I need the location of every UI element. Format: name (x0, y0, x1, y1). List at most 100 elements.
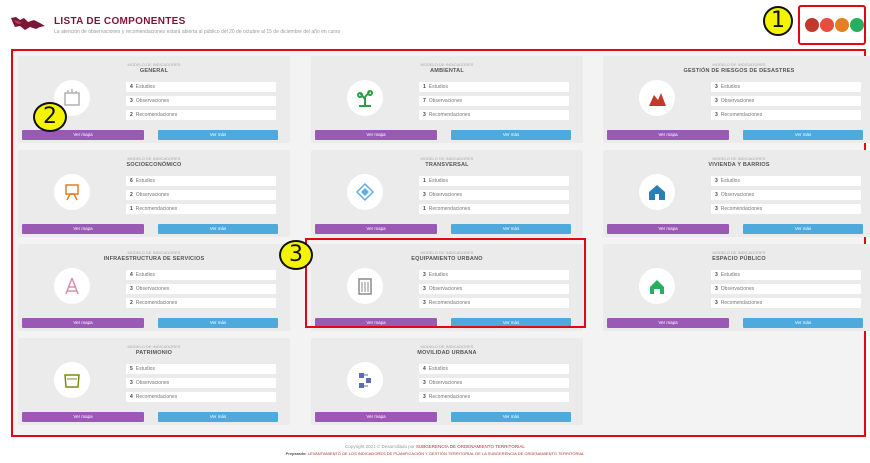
stat-label: Observaciones (428, 380, 463, 386)
component-card: MODELO DE INDICADORES PATRIMONIO 5 Estudios… (18, 338, 290, 425)
card-stat[interactable]: 3 Observaciones (419, 378, 569, 388)
footer-copyright-org[interactable]: SUBGERENCIA DE ORDENAMIENTO TERRITORIAL (416, 444, 525, 449)
card-stat[interactable]: 3 Observaciones (711, 190, 861, 200)
infraestructura-icon (54, 268, 90, 304)
stat-label: Recomendaciones (428, 206, 471, 212)
card-stat[interactable]: 1 Recomendaciones (126, 204, 276, 214)
user-avatar-3[interactable] (835, 18, 849, 32)
stat-count: 3 (423, 112, 426, 118)
card-title: MOVILIDAD URBANA (417, 350, 477, 356)
card-stat[interactable]: 3 Estudios (711, 270, 861, 280)
card-stat[interactable]: 4 Recomendaciones (126, 392, 276, 402)
ver-mas-button[interactable]: Ver más (451, 224, 571, 234)
ver-mapa-button[interactable]: Ver mapa (22, 318, 144, 328)
card-title: GESTIÓN DE RIESGOS DE DESASTRES (683, 68, 795, 74)
ver-mas-button[interactable]: Ver más (451, 130, 571, 140)
movilidad-icon (347, 362, 383, 398)
ver-mapa-button[interactable]: Ver mapa (607, 318, 729, 328)
ver-mapa-button[interactable]: Ver mapa (22, 224, 144, 234)
ver-mapa-button[interactable]: Ver mapa (315, 412, 437, 422)
card-stat[interactable]: 3 Estudios (711, 82, 861, 92)
user-avatar-1[interactable] (805, 18, 819, 32)
ver-mapa-button[interactable]: Ver mapa (315, 130, 437, 140)
stat-count: 3 (423, 192, 426, 198)
callout-marker-1: 1 (763, 6, 793, 36)
card-title: SOCIOECONÓMICO (126, 162, 182, 168)
footer-copyright: Copyright 2021 © Desarrollado por SUBGER… (0, 444, 870, 449)
ver-mapa-button[interactable]: Ver mapa (22, 412, 144, 422)
ver-mapa-button[interactable]: Ver mapa (607, 224, 729, 234)
ver-mas-button[interactable]: Ver más (158, 412, 278, 422)
card-stat[interactable]: 1 Recomendaciones (419, 204, 569, 214)
card-stat[interactable]: 3 Recomendaciones (711, 204, 861, 214)
ver-mas-button[interactable]: Ver más (451, 412, 571, 422)
card-stat[interactable]: 7 Observaciones (419, 96, 569, 106)
stat-label: Estudios (428, 84, 448, 90)
ver-mas-button[interactable]: Ver más (158, 318, 278, 328)
stat-count: 7 (423, 98, 426, 104)
highlight-frame (305, 238, 586, 328)
card-stat[interactable]: 3 Recomendaciones (711, 298, 861, 308)
card-category: MODELO DE INDICADORES (127, 156, 181, 161)
stat-count: 6 (130, 178, 133, 184)
stat-label: Estudios (135, 84, 155, 90)
card-title: GENERAL (139, 68, 169, 74)
component-card: MODELO DE INDICADORES ESPACIO PÚBLICO 3 Est… (603, 244, 870, 331)
stat-label: Estudios (428, 178, 448, 184)
stat-count: 1 (423, 178, 426, 184)
transversal-icon (347, 174, 383, 210)
card-stat[interactable]: 2 Recomendaciones (126, 110, 276, 120)
footer-prepared: Preparado: LEVANTAMIENTO DE LOS INDICADO… (0, 451, 870, 456)
stat-count: 4 (130, 84, 133, 90)
ver-mas-button[interactable]: Ver más (743, 130, 863, 140)
user-avatar-4[interactable] (850, 18, 864, 32)
card-stat[interactable]: 3 Recomendaciones (711, 110, 861, 120)
card-category: MODELO DE INDICADORES (712, 156, 766, 161)
card-stat[interactable]: 3 Observaciones (126, 96, 276, 106)
card-title: AMBIENTAL (430, 68, 464, 74)
card-stat[interactable]: 2 Recomendaciones (126, 298, 276, 308)
socioeconomico-icon (54, 174, 90, 210)
stat-count: 5 (130, 366, 133, 372)
card-stat[interactable]: 1 Estudios (419, 176, 569, 186)
card-stat[interactable]: 3 Recomendaciones (419, 110, 569, 120)
ver-mapa-button[interactable]: Ver mapa (607, 130, 729, 140)
card-category: MODELO DE INDICADORES (420, 156, 474, 161)
card-stat[interactable]: 3 Observaciones (419, 190, 569, 200)
callout-marker-2: 2 (33, 102, 67, 132)
card-category: MODELO DE INDICADORES (712, 250, 766, 255)
card-stat[interactable]: 3 Observaciones (711, 284, 861, 294)
ver-mas-button[interactable]: Ver más (743, 318, 863, 328)
riesgos-icon (639, 80, 675, 116)
card-stat[interactable]: 4 Estudios (126, 82, 276, 92)
ver-mapa-button[interactable]: Ver mapa (22, 130, 144, 140)
ver-mas-button[interactable]: Ver más (743, 224, 863, 234)
stat-label: Recomendaciones (135, 394, 178, 400)
stat-count: 1 (130, 206, 133, 212)
stat-label: Estudios (135, 366, 155, 372)
page-subtitle: La atención de observaciones y recomenda… (54, 29, 341, 35)
logo[interactable] (10, 14, 46, 32)
card-title: PATRIMONIO (135, 350, 173, 356)
card-category: MODELO DE INDICADORES (420, 344, 474, 349)
card-stat[interactable]: 6 Estudios (126, 176, 276, 186)
ver-mas-button[interactable]: Ver más (158, 224, 278, 234)
ambiental-icon (347, 80, 383, 116)
card-stat[interactable]: 1 Estudios (419, 82, 569, 92)
stat-count: 4 (130, 272, 133, 278)
card-stat[interactable]: 4 Estudios (419, 364, 569, 374)
card-stat[interactable]: 3 Estudios (711, 176, 861, 186)
card-stat[interactable]: 4 Estudios (126, 270, 276, 280)
user-avatar-2[interactable] (820, 18, 834, 32)
stat-label: Observaciones (720, 192, 755, 198)
ver-mas-button[interactable]: Ver más (158, 130, 278, 140)
ver-mapa-button[interactable]: Ver mapa (315, 224, 437, 234)
card-title: INFRAESTRUCTURA DE SERVICIOS (103, 256, 205, 262)
card-stat[interactable]: 3 Observaciones (126, 378, 276, 388)
stat-count: 3 (715, 98, 718, 104)
card-stat[interactable]: 5 Estudios (126, 364, 276, 374)
card-stat[interactable]: 3 Recomendaciones (419, 392, 569, 402)
card-stat[interactable]: 3 Observaciones (126, 284, 276, 294)
card-stat[interactable]: 3 Observaciones (711, 96, 861, 106)
card-stat[interactable]: 2 Observaciones (126, 190, 276, 200)
